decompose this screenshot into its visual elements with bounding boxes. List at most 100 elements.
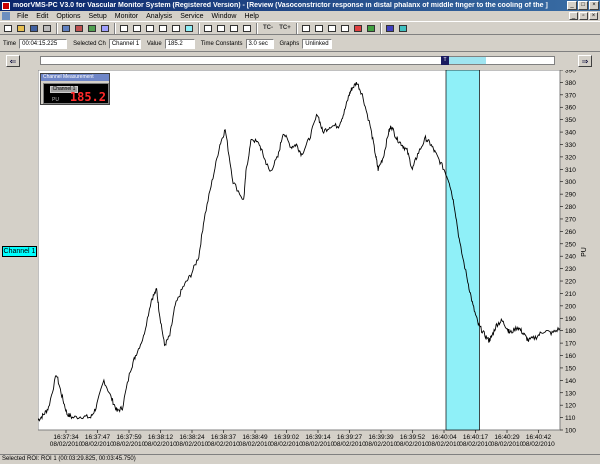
time-field[interactable]: 00:04:15.225: [19, 38, 68, 49]
measurement-unit: PU: [52, 97, 59, 103]
print-icon[interactable]: [41, 23, 53, 34]
graphs-label: Graphs: [279, 40, 300, 47]
channel-1-label[interactable]: Channel 1: [2, 246, 37, 257]
measurement-value: 185.2: [69, 90, 106, 104]
close-button[interactable]: ×: [589, 1, 599, 10]
scroll-right-button[interactable]: ⇒: [578, 55, 592, 67]
menu-window[interactable]: Window: [208, 13, 241, 20]
about-icon[interactable]: [397, 23, 409, 34]
new-icon[interactable]: [2, 23, 14, 34]
child-restore-button[interactable]: ▫: [579, 12, 588, 20]
x-tick-time-label: 16:38:12: [148, 434, 174, 441]
tc-minus-button[interactable]: TC-: [260, 23, 276, 34]
y-tick-label: 380: [565, 80, 576, 87]
channel-measurement-window[interactable]: Channel Measurement Channel 1 PU 185.2: [40, 73, 110, 105]
x-tick-time-label: 16:37:34: [53, 434, 79, 441]
y-tick-label: 120: [565, 403, 576, 410]
x-tick-time-label: 16:40:04: [431, 434, 457, 441]
scroll-thumb[interactable]: T: [441, 56, 449, 65]
x-tick-date-label: 08/02/2010: [302, 441, 335, 448]
open-icon[interactable]: [15, 23, 27, 34]
child-minimize-button[interactable]: _: [569, 12, 578, 20]
graph-view-icon[interactable]: [86, 23, 98, 34]
minimize-button[interactable]: _: [567, 1, 577, 10]
channel-icon[interactable]: [118, 23, 130, 34]
child-close-button[interactable]: ×: [589, 12, 598, 20]
x-tick-time-label: 16:39:27: [337, 434, 363, 441]
status-bar: Selected ROI: ROI 1 (00:03:29.825, 00:03…: [0, 454, 600, 464]
fit-icon[interactable]: [228, 23, 240, 34]
x-tick-date-label: 08/02/2010: [491, 441, 524, 448]
y-tick-label: 130: [565, 390, 576, 397]
x-tick-date-label: 08/02/2010: [459, 441, 492, 448]
x-tick-time-label: 16:40:29: [494, 434, 520, 441]
menu-monitor[interactable]: Monitor: [111, 13, 142, 20]
palette-icon[interactable]: [365, 23, 377, 34]
menu-help[interactable]: Help: [240, 13, 262, 20]
scale-icon[interactable]: [144, 23, 156, 34]
annotate-icon[interactable]: [170, 23, 182, 34]
y-tick-label: 170: [565, 341, 576, 348]
y-tick-label: 110: [565, 415, 576, 422]
x-tick-time-label: 16:39:39: [368, 434, 394, 441]
table-view-icon[interactable]: [99, 23, 111, 34]
y-tick-label: 320: [565, 154, 576, 161]
x-tick-time-label: 16:38:49: [242, 434, 268, 441]
trace-chart-svg: 100 110 120 130 140 150 160 170 180 190 200 210 220 2…: [37, 68, 588, 448]
x-tick-time-label: 16:39:02: [274, 434, 300, 441]
value-label: Value: [146, 40, 162, 47]
time-constants-field[interactable]: 3.0 sec: [245, 38, 274, 49]
color-icon[interactable]: [352, 23, 364, 34]
y-tick-label: 260: [565, 229, 576, 236]
y-tick-label: 100: [565, 428, 576, 435]
y-tick-label: 360: [565, 105, 576, 112]
y-tick-label: 240: [565, 254, 576, 261]
x-tick-date-label: 08/02/2010: [396, 441, 429, 448]
y-tick-label: 280: [565, 204, 576, 211]
scroll-left-button[interactable]: ⇐: [6, 55, 20, 67]
pan-icon[interactable]: [241, 23, 253, 34]
roi-region[interactable]: [445, 69, 480, 431]
menu-analysis[interactable]: Analysis: [142, 13, 176, 20]
menu-options[interactable]: Options: [52, 13, 84, 20]
trace-chart[interactable]: 100 110 120 130 140 150 160 170 180 190 200 210 220 2…: [37, 68, 600, 454]
x-tick-time-label: 16:39:14: [305, 434, 331, 441]
x-tick-date-label: 08/02/2010: [144, 441, 177, 448]
zoom-in-icon[interactable]: [202, 23, 214, 34]
trace-view-icon[interactable]: [73, 23, 85, 34]
roi-icon[interactable]: [183, 23, 195, 34]
maximize-button[interactable]: □: [578, 1, 588, 10]
export-icon[interactable]: [326, 23, 338, 34]
selected-ch-field[interactable]: Channel 1: [108, 38, 141, 49]
menu-file[interactable]: File: [13, 13, 32, 20]
y-tick-label: 370: [565, 92, 576, 99]
stats-icon[interactable]: [313, 23, 325, 34]
x-tick-time-label: 16:39:52: [400, 434, 426, 441]
measurement-window-title[interactable]: Channel Measurement: [41, 74, 109, 81]
axis-icon[interactable]: [131, 23, 143, 34]
y-tick-label: 290: [565, 192, 576, 199]
tc-plus-button[interactable]: TC+: [277, 23, 293, 34]
document-icon[interactable]: [2, 12, 10, 20]
x-tick-time-label: 16:40:17: [463, 434, 489, 441]
selected-ch-label: Selected Ch: [73, 40, 106, 47]
marker-icon[interactable]: [157, 23, 169, 34]
y-tick-label: 340: [565, 130, 576, 137]
y-axis-label: PU: [581, 247, 588, 257]
save-icon[interactable]: [28, 23, 40, 34]
grid-view-icon[interactable]: [60, 23, 72, 34]
time-scroll-track[interactable]: T: [40, 56, 555, 65]
y-tick-label: 250: [565, 241, 576, 248]
graphs-field[interactable]: Unlinked: [302, 38, 333, 49]
menu-setup[interactable]: Setup: [84, 13, 110, 20]
filter-icon[interactable]: [300, 23, 312, 34]
help-icon[interactable]: [384, 23, 396, 34]
menu-edit[interactable]: Edit: [32, 13, 52, 20]
app-icon[interactable]: [2, 1, 10, 10]
menu-service[interactable]: Service: [176, 13, 207, 20]
measurement-display: Channel 1 PU 185.2: [43, 83, 109, 104]
roi-range-indicator: [446, 57, 486, 64]
report-icon[interactable]: [339, 23, 351, 34]
zoom-out-icon[interactable]: [215, 23, 227, 34]
value-field[interactable]: 185.2: [164, 38, 195, 49]
